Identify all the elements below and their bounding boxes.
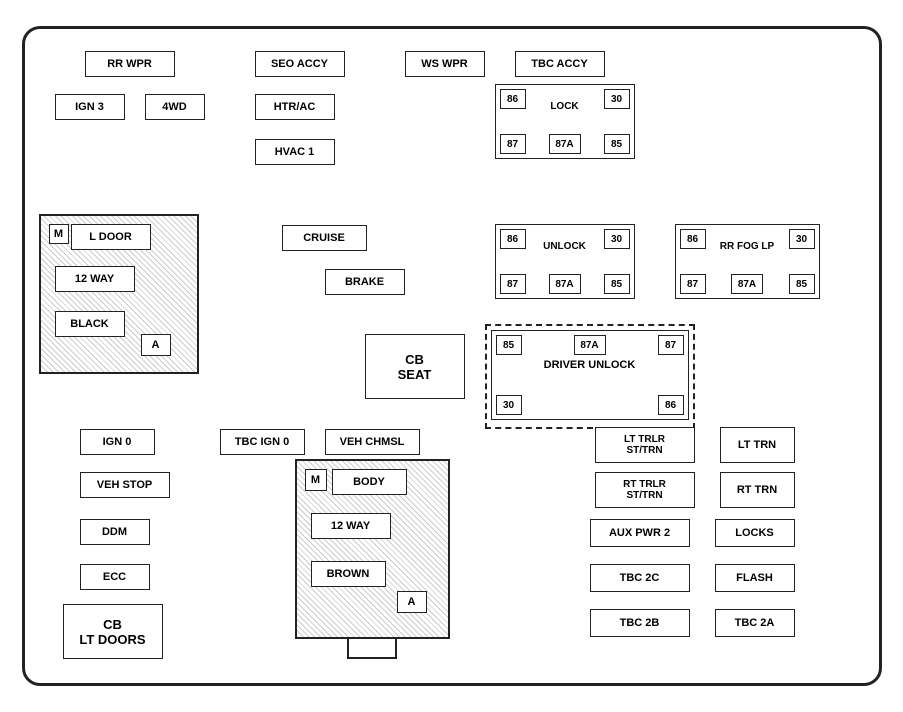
hvac1-box: HVAC 1 (255, 139, 335, 165)
a2-box: A (397, 591, 427, 613)
rr-wpr-box: RR WPR (85, 51, 175, 77)
cruise-box: CRUISE (282, 225, 367, 251)
lock-relay-box: 86 30 LOCK 87 87A 85 (495, 84, 635, 159)
cb-seat-text: CB SEAT (398, 352, 432, 382)
driver-unlock-pin87a: 87A (574, 335, 606, 355)
rr-fog-pin87: 87 (680, 274, 706, 294)
m2-label: M (305, 469, 327, 491)
pdm-box: 85 87A 87 DRIVER UNLOCK 30 86 PDM (485, 324, 695, 429)
driver-unlock-label: DRIVER UNLOCK (492, 359, 688, 371)
black-box: BLACK (55, 311, 125, 337)
rt-trn-box: RT TRN (720, 472, 795, 508)
unlock-pin85: 85 (604, 274, 630, 294)
ign3-box: IGN 3 (55, 94, 125, 120)
lock-label: LOCK (496, 101, 634, 112)
unlock-label: UNLOCK (496, 241, 634, 252)
cb-seat-box: CB SEAT (365, 334, 465, 399)
l-door-connector: M L DOOR 12 WAY BLACK A (39, 214, 199, 374)
tbc-ign0-box: TBC IGN 0 (220, 429, 305, 455)
ecc-box: ECC (80, 564, 150, 590)
fwd-box: 4WD (145, 94, 205, 120)
driver-unlock-pin30: 30 (496, 395, 522, 415)
tbc-2a-box: TBC 2A (715, 609, 795, 637)
cb-lt-doors-box: CB LT DOORS (63, 604, 163, 659)
tbc-2c-box: TBC 2C (590, 564, 690, 592)
ign0-box: IGN 0 (80, 429, 155, 455)
rt-trlr-box: RT TRLR ST/TRN (595, 472, 695, 508)
m1-label: M (49, 224, 69, 244)
tbc-2b-box: TBC 2B (590, 609, 690, 637)
driver-unlock-pin87: 87 (658, 335, 684, 355)
unlock-pin87a: 87A (549, 274, 581, 294)
cb-lt-doors-text: CB LT DOORS (79, 617, 145, 647)
a1-box: A (141, 334, 171, 356)
12way2-box: 12 WAY (311, 513, 391, 539)
lock-pin87: 87 (500, 134, 526, 154)
ddm-box: DDM (80, 519, 150, 545)
body-box: BODY (332, 469, 407, 495)
lt-trlr-box: LT TRLR ST/TRN (595, 427, 695, 463)
lock-pin85: 85 (604, 134, 630, 154)
brake-box: BRAKE (325, 269, 405, 295)
rt-trlr-text: RT TRLR ST/TRN (623, 479, 666, 501)
rr-fog-label: RR FOG LP (676, 241, 819, 252)
veh-chmsl-box: VEH CHMSL (325, 429, 420, 455)
aux-pwr2-box: AUX PWR 2 (590, 519, 690, 547)
locks-box: LOCKS (715, 519, 795, 547)
flash-box: FLASH (715, 564, 795, 592)
rr-fog-pin87a: 87A (731, 274, 763, 294)
driver-unlock-pin86: 86 (658, 395, 684, 415)
lt-trn-box: LT TRN (720, 427, 795, 463)
rr-fog-pin85: 85 (789, 274, 815, 294)
lt-trlr-text: LT TRLR ST/TRN (624, 434, 665, 456)
unlock-relay-box: 86 30 UNLOCK 87 87A 85 (495, 224, 635, 299)
veh-stop-box: VEH STOP (80, 472, 170, 498)
body-connector: M BODY 12 WAY BROWN A (295, 459, 450, 639)
l-door-box: L DOOR (71, 224, 151, 250)
ws-wpr-box: WS WPR (405, 51, 485, 77)
driver-unlock-pin85: 85 (496, 335, 522, 355)
htr-ac-box: HTR/AC (255, 94, 335, 120)
tbc-accy-box: TBC ACCY (515, 51, 605, 77)
connector-tab (347, 637, 397, 659)
12way1-box: 12 WAY (55, 266, 135, 292)
unlock-pin87: 87 (500, 274, 526, 294)
main-diagram: RR WPR SEO ACCY WS WPR TBC ACCY IGN 3 4W… (22, 26, 882, 686)
rr-fog-relay-box: 86 30 RR FOG LP 87 87A 85 (675, 224, 820, 299)
lock-pin87a: 87A (549, 134, 581, 154)
seo-accy-box: SEO ACCY (255, 51, 345, 77)
brown-box: BROWN (311, 561, 386, 587)
